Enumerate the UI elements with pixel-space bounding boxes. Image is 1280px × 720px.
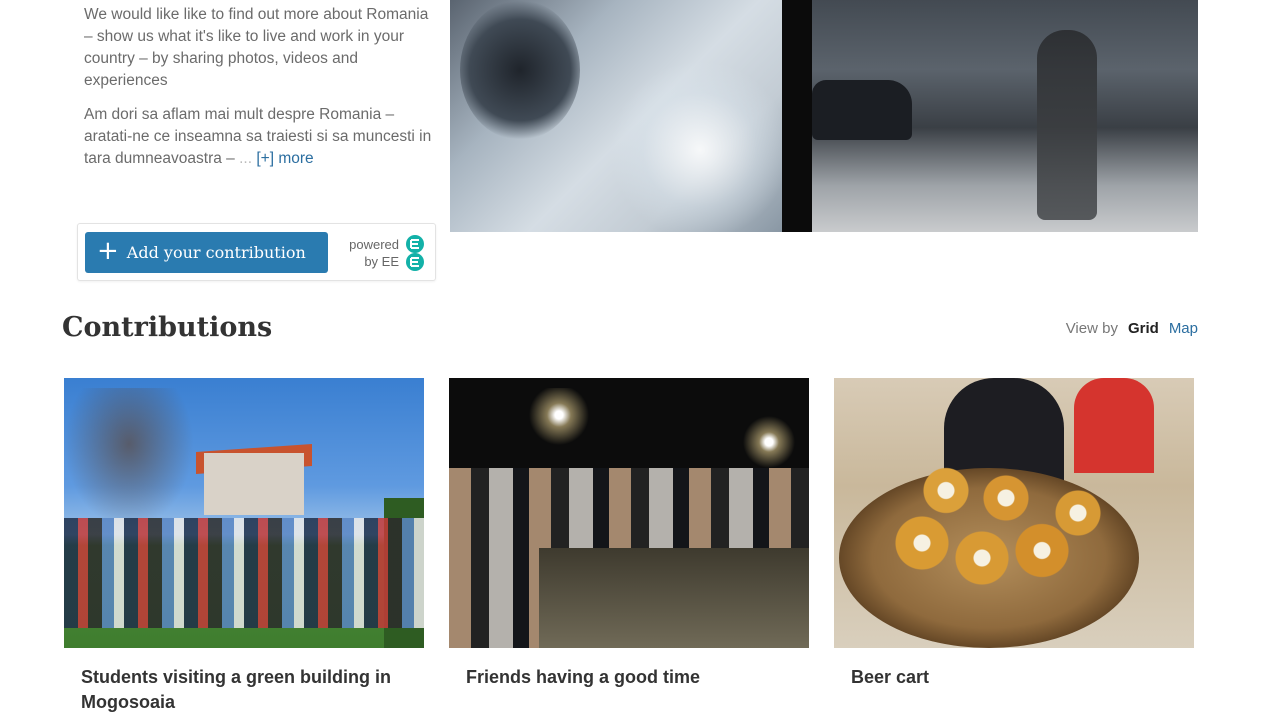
view-map-option[interactable]: Map — [1169, 320, 1198, 337]
contribution-thumbnail[interactable] — [449, 378, 809, 648]
thumb-crowd-shape — [64, 518, 424, 628]
intro-text: We would like like to find out more abou… — [84, 4, 436, 182]
hero-image-left[interactable] — [450, 0, 782, 232]
contribution-card[interactable]: Beer cart — [834, 378, 1194, 690]
intro-paragraph-english: We would like like to find out more abou… — [84, 6, 429, 89]
add-contribution-label: Add your contribution — [126, 243, 306, 262]
contributions-title: Contributions — [62, 312, 273, 343]
contribution-card[interactable]: Friends having a good time — [449, 378, 809, 690]
hero-image-right[interactable] — [812, 0, 1198, 232]
thumb-tree-shape — [64, 388, 194, 528]
contribution-thumbnail[interactable] — [834, 378, 1194, 648]
powered-by-text: powered by EE — [337, 236, 399, 270]
view-grid-option[interactable]: Grid — [1128, 320, 1159, 337]
more-link[interactable]: [+] more — [256, 150, 313, 167]
powered-line-2: by EE — [364, 254, 399, 269]
thumb-lights-shape — [499, 388, 799, 478]
thumb-house-shape — [204, 453, 304, 515]
add-contribution-button[interactable]: + Add your contribution — [85, 232, 328, 273]
contribution-card[interactable]: Students visiting a green building in Mo… — [64, 378, 424, 715]
hero-divider — [782, 0, 812, 232]
contribution-caption[interactable]: Friends having a good time — [449, 665, 789, 690]
view-by-label: View by — [1065, 320, 1118, 337]
contribution-caption[interactable]: Students visiting a green building in Mo… — [64, 665, 404, 715]
ellipsis: ... — [239, 150, 253, 167]
plus-icon: + — [97, 236, 119, 266]
ee-logo-icon — [406, 235, 424, 271]
thumb-beers-shape — [874, 453, 1114, 603]
contribution-thumbnail[interactable] — [64, 378, 424, 648]
contribution-caption[interactable]: Beer cart — [834, 665, 1174, 690]
thumb-table-shape — [539, 548, 809, 648]
powered-line-1: powered — [349, 237, 399, 252]
intro-paragraph-romanian: Am dori sa aflam mai mult despre Romania… — [84, 104, 436, 170]
view-by-switcher: View by Grid Map — [1066, 320, 1198, 337]
contribution-panel: + Add your contribution powered by EE — [77, 223, 436, 281]
